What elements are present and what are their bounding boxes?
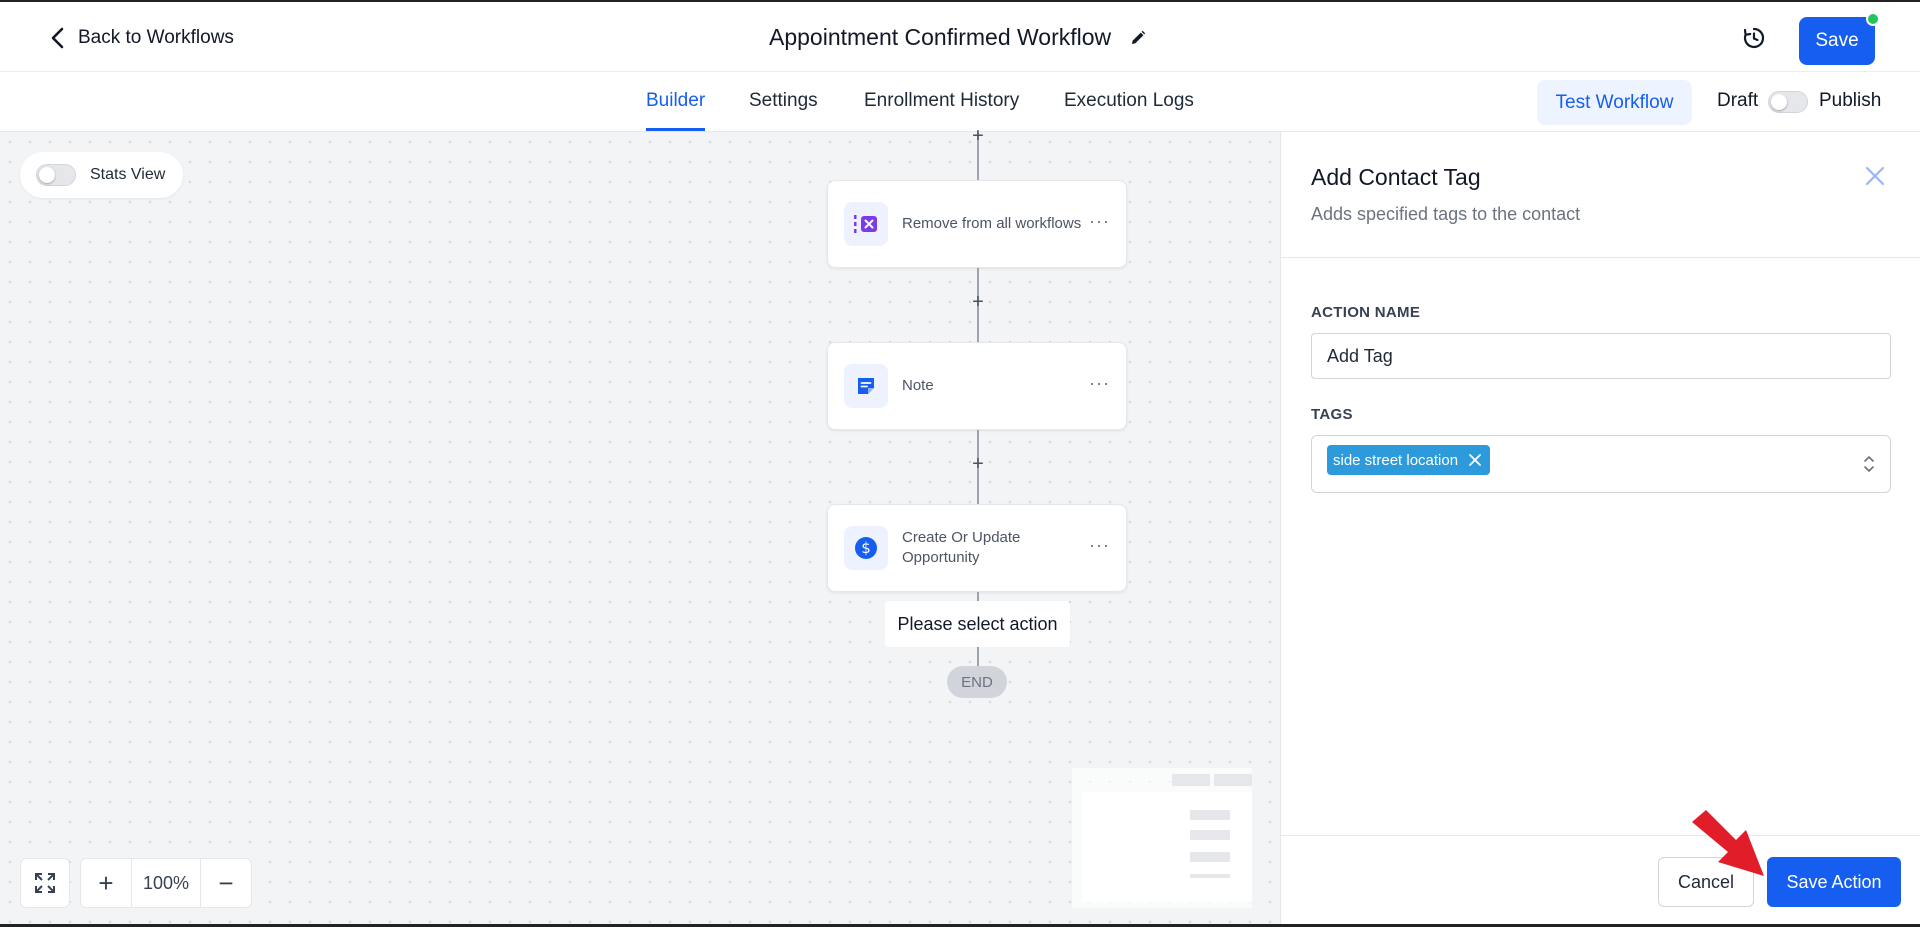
tab-bar: Builder Settings Enrollment History Exec… [0, 72, 1920, 132]
dollar-icon: $ [844, 526, 888, 570]
tags-select[interactable]: side street location [1311, 435, 1891, 493]
add-step-plus-icon[interactable]: + [967, 291, 989, 313]
close-icon[interactable] [1863, 164, 1887, 188]
fit-view-control [20, 858, 70, 908]
node-label: Note [902, 377, 934, 394]
cancel-button[interactable]: Cancel [1658, 857, 1754, 907]
workflow-title-text: Appointment Confirmed Workflow [769, 24, 1112, 50]
workflow-canvas[interactable]: Stats View + Remove from all workflows ·… [0, 125, 1280, 927]
save-workflow-button[interactable]: Save [1799, 17, 1875, 65]
publish-label: Publish [1819, 90, 1882, 111]
zoom-in-icon[interactable]: + [81, 859, 131, 907]
zoom-level: 100% [131, 859, 201, 907]
workflow-node[interactable]: $ Create Or Update Opportunity ··· [827, 504, 1127, 592]
tab-settings[interactable]: Settings [749, 90, 818, 112]
pencil-icon[interactable] [1129, 29, 1147, 47]
canvas-minimap[interactable] [1072, 768, 1252, 908]
tab-builder[interactable]: Builder [646, 90, 705, 112]
connector-line [977, 647, 979, 667]
workflow-title: Appointment Confirmed Workflow [769, 24, 1147, 51]
back-to-workflows-link[interactable]: Back to Workflows [48, 26, 234, 50]
add-step-plus-icon[interactable]: + [967, 453, 989, 475]
workflow-node[interactable]: Remove from all workflows ··· [827, 180, 1127, 268]
stats-view-control: Stats View [20, 152, 183, 198]
svg-text:$: $ [861, 539, 871, 557]
chevron-left-icon [51, 27, 64, 49]
select-action-placeholder[interactable]: Please select action [885, 601, 1070, 647]
more-options-icon[interactable]: ··· [1089, 373, 1110, 394]
zoom-control: + 100% − [80, 858, 252, 908]
note-icon [844, 364, 888, 408]
workflow-node[interactable]: Note ··· [827, 342, 1127, 430]
end-marker: END [947, 666, 1007, 698]
panel-subtitle: Adds specified tags to the contact [1311, 204, 1581, 224]
tab-enrollment-history[interactable]: Enrollment History [864, 90, 1019, 112]
active-tab-indicator [646, 128, 705, 131]
fullscreen-icon[interactable] [21, 859, 69, 907]
top-header: Back to Workflows Appointment Confirmed … [0, 0, 1920, 72]
tag-chip-label: side street location [1333, 451, 1459, 469]
tag-chip: side street location [1327, 445, 1491, 475]
action-config-panel: Add Contact Tag Adds specified tags to t… [1280, 132, 1920, 927]
tags-label: TAGS [1311, 406, 1353, 423]
unsaved-status-dot [1866, 12, 1880, 26]
add-step-plus-icon[interactable]: + [967, 125, 989, 147]
action-name-label: ACTION NAME [1311, 304, 1421, 321]
panel-title: Add Contact Tag [1311, 164, 1481, 190]
zoom-out-icon[interactable]: − [201, 859, 251, 907]
more-options-icon[interactable]: ··· [1089, 211, 1110, 232]
node-label: Create Or Update Opportunity [902, 529, 1021, 566]
remove-tag-icon[interactable] [1468, 453, 1482, 467]
divider [1281, 835, 1920, 836]
divider [1281, 257, 1920, 258]
test-workflow-button[interactable]: Test Workflow [1537, 80, 1692, 125]
publish-toggle[interactable] [1768, 91, 1808, 113]
remove-workflow-icon [844, 202, 888, 246]
chevron-updown-icon [1864, 456, 1874, 472]
save-action-button[interactable]: Save Action [1767, 857, 1901, 907]
history-icon[interactable] [1742, 26, 1766, 50]
draft-label: Draft [1717, 90, 1759, 111]
back-label: Back to Workflows [78, 27, 234, 48]
tab-execution-logs[interactable]: Execution Logs [1064, 90, 1194, 112]
node-label: Remove from all workflows [902, 215, 1082, 232]
stats-view-label: Stats View [90, 166, 166, 183]
action-name-input[interactable] [1311, 333, 1891, 379]
more-options-icon[interactable]: ··· [1089, 535, 1110, 556]
stats-view-toggle[interactable] [36, 164, 76, 186]
